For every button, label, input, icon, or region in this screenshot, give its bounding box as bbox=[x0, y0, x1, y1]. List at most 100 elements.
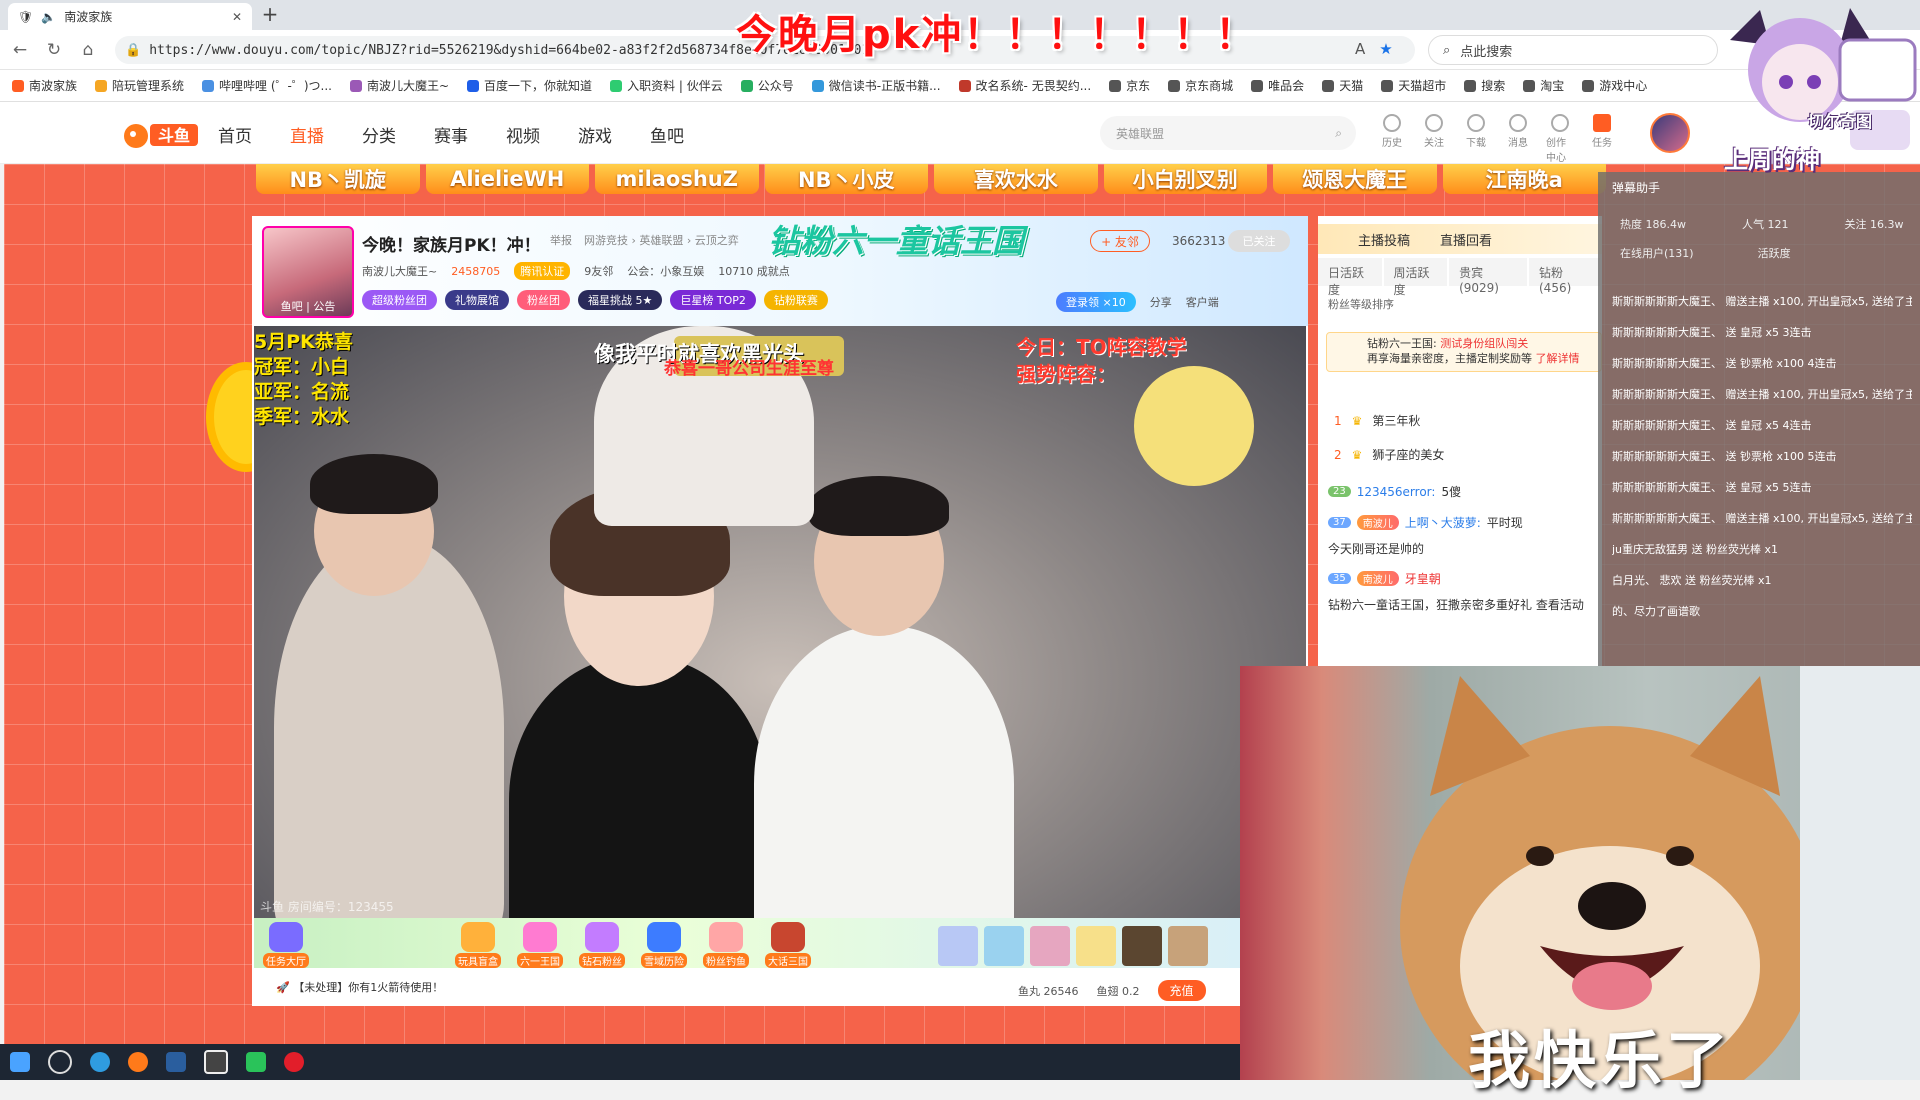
sticker-item[interactable] bbox=[938, 926, 978, 966]
tab-vip[interactable]: 贵宾(9029) bbox=[1449, 258, 1527, 295]
family-member-tag[interactable]: 江南晚a bbox=[1442, 164, 1606, 194]
rocket-notice[interactable]: 🚀 【未处理】你有1火箭待使用！ bbox=[276, 979, 443, 995]
bookmark-item[interactable]: 搜索 bbox=[1464, 77, 1505, 94]
site-search-icon[interactable]: ⌕ bbox=[1335, 126, 1342, 141]
charge-button[interactable]: 充值 bbox=[1157, 980, 1206, 1001]
netease-music-icon[interactable] bbox=[284, 1052, 304, 1072]
login-reward-button[interactable]: 登录领 ×10 bbox=[1056, 292, 1136, 312]
gift-item[interactable]: 大话三国 bbox=[764, 922, 812, 968]
bookmark-item[interactable]: 微信读书-正版书籍... bbox=[811, 77, 941, 94]
bookmark-item[interactable]: 入职资料 | 伙伴云 bbox=[610, 77, 723, 94]
room-breadcrumb[interactable]: 网游竞技 › 英雄联盟 › 云顶之弈 bbox=[584, 232, 739, 248]
fan-sort-label[interactable]: 粉丝等级排序 bbox=[1328, 296, 1394, 312]
family-member-tag[interactable]: 小白别叉别 bbox=[1103, 164, 1267, 194]
bookmark-item[interactable]: 陪玩管理系统 bbox=[95, 77, 184, 94]
nav-item-5[interactable]: 游戏 bbox=[578, 122, 612, 147]
header-icon-item[interactable]: 创作中心 bbox=[1546, 114, 1574, 164]
family-member-tag[interactable]: milaoshuZ bbox=[595, 164, 759, 194]
family-member-tag[interactable]: 颂恩大魔王 bbox=[1273, 164, 1437, 194]
header-icon-item[interactable]: 关注 bbox=[1420, 114, 1448, 164]
gift-item[interactable]: 任务大厅 bbox=[262, 922, 310, 968]
online-users[interactable]: 在线用户(131) bbox=[1620, 245, 1694, 261]
back-icon[interactable]: ← bbox=[10, 40, 30, 60]
banner-detail-link[interactable]: 了解详情 bbox=[1536, 352, 1580, 365]
browser-tab[interactable]: 🛡 🔈 南波家族 ✕ bbox=[8, 3, 252, 30]
douyu-app-icon[interactable] bbox=[128, 1052, 148, 1072]
guild-name[interactable]: 公会：小象互娱 bbox=[627, 263, 704, 279]
browser-search-box[interactable]: ⌕ 点此搜索 bbox=[1428, 35, 1718, 65]
bookmark-item[interactable]: 京东商城 bbox=[1168, 77, 1233, 94]
header-icon-item[interactable]: 下载 bbox=[1462, 114, 1490, 164]
nav-item-4[interactable]: 视频 bbox=[506, 122, 540, 147]
read-aloud-icon[interactable]: A bbox=[1355, 40, 1365, 58]
room-badge[interactable]: 礼物展馆 bbox=[445, 290, 509, 310]
family-member-tag[interactable]: NB丶小皮 bbox=[764, 164, 928, 194]
bookmark-item[interactable]: 京东 bbox=[1109, 77, 1150, 94]
windows-start-icon[interactable] bbox=[10, 1052, 30, 1072]
share-button[interactable]: 分享 bbox=[1150, 294, 1172, 310]
bookmark-item[interactable]: 公众号 bbox=[740, 77, 794, 94]
sticker-item[interactable] bbox=[1030, 926, 1070, 966]
bookmark-item[interactable]: 百度一下，你就知道 bbox=[467, 77, 592, 94]
room-badge[interactable]: 超级粉丝团 bbox=[362, 290, 437, 310]
nav-item-6[interactable]: 鱼吧 bbox=[650, 122, 684, 147]
app-icon[interactable] bbox=[166, 1052, 186, 1072]
sticker-item[interactable] bbox=[1168, 926, 1208, 966]
family-member-tag[interactable]: NB丶凯旋 bbox=[256, 164, 420, 194]
bookmark-item[interactable]: 唯品会 bbox=[1251, 77, 1304, 94]
tab-close-icon[interactable]: ✕ bbox=[232, 10, 242, 24]
bookmark-item[interactable]: 南波儿大魔王~ bbox=[349, 77, 449, 94]
user-avatar[interactable] bbox=[1650, 113, 1690, 153]
site-search-input[interactable]: 英雄联盟 ⌕ bbox=[1100, 116, 1356, 150]
new-tab-icon[interactable]: + bbox=[258, 4, 282, 26]
rank-row[interactable]: 2 ♛ 狮子座的美女 bbox=[1334, 446, 1444, 463]
obs-icon[interactable] bbox=[204, 1050, 228, 1074]
event-title[interactable]: 钻粉六一童话王国 bbox=[768, 216, 1024, 262]
bookmark-item[interactable]: 淘宝 bbox=[1523, 77, 1564, 94]
nav-item-2[interactable]: 分类 bbox=[362, 122, 396, 147]
gift-item[interactable]: 玩具盲盒 bbox=[454, 922, 502, 968]
header-icon-item[interactable]: 任务 bbox=[1588, 114, 1616, 164]
gift-item[interactable]: 雪域历险 bbox=[640, 922, 688, 968]
sticker-item[interactable] bbox=[1076, 926, 1116, 966]
bookmark-item[interactable]: 天猫 bbox=[1322, 77, 1363, 94]
gift-item[interactable]: 粉丝钓鱼 bbox=[702, 922, 750, 968]
room-badge[interactable]: 钻粉联赛 bbox=[763, 290, 828, 310]
friend-button[interactable]: + 友邻 bbox=[1090, 230, 1150, 252]
family-member-tag[interactable]: AlielieWH bbox=[425, 164, 589, 194]
family-count[interactable]: 9友邻 bbox=[584, 263, 613, 279]
followed-button[interactable]: 已关注 bbox=[1228, 230, 1290, 252]
nav-item-1[interactable]: 直播 bbox=[290, 122, 324, 147]
anchor-submit-link[interactable]: 主播投稿 bbox=[1358, 230, 1410, 249]
anchor-tab-fishbar[interactable]: 鱼吧 bbox=[281, 300, 303, 313]
chat-nick[interactable]: 上啊丶大菠萝: bbox=[1405, 514, 1481, 531]
bookmark-item[interactable]: 南波家族 bbox=[12, 77, 77, 94]
wechat-icon[interactable] bbox=[246, 1052, 266, 1072]
family-member-tag[interactable]: 喜欢水水 bbox=[934, 164, 1098, 194]
tab-weekly-activity[interactable]: 周活跃度 bbox=[1383, 258, 1448, 297]
sticker-item[interactable] bbox=[984, 926, 1024, 966]
gift-item[interactable]: 六一王国 bbox=[516, 922, 564, 968]
tab-daily-activity[interactable]: 日活跃度 bbox=[1318, 258, 1382, 297]
tab-mute-icon[interactable]: 🔈 bbox=[41, 10, 56, 24]
home-icon[interactable]: ⌂ bbox=[78, 40, 98, 60]
replay-link[interactable]: 直播回看 bbox=[1440, 230, 1492, 249]
refresh-icon[interactable]: ↻ bbox=[44, 40, 64, 60]
event-banner[interactable]: 钻粉六一王国: 测试身份组队闯关 再享海量亲密度，主播定制奖励等 了解详情 bbox=[1326, 332, 1602, 372]
rank-row[interactable]: 1 ♛ 第三年秋 bbox=[1334, 412, 1420, 429]
client-button[interactable]: 客户端 bbox=[1186, 294, 1219, 310]
video-player[interactable] bbox=[254, 326, 1306, 918]
bookmark-item[interactable]: 游戏中心 bbox=[1582, 77, 1647, 94]
chat-nick[interactable]: 牙皇朝 bbox=[1405, 570, 1441, 587]
header-icon-item[interactable]: 历史 bbox=[1378, 114, 1406, 164]
chat-nick[interactable]: 123456error: bbox=[1357, 485, 1436, 499]
taskbar-search-icon[interactable] bbox=[48, 1050, 72, 1074]
room-badge[interactable]: 粉丝团 bbox=[517, 290, 570, 310]
anchor-avatar[interactable]: 鱼吧 | 公告 bbox=[262, 226, 354, 318]
bookmark-item[interactable]: 改名系统- 无畏契约... bbox=[958, 77, 1091, 94]
room-badge[interactable]: 巨星榜 TOP2 bbox=[670, 290, 756, 310]
nav-item-0[interactable]: 首页 bbox=[218, 122, 252, 147]
anchor-name[interactable]: 南波儿大魔王~ bbox=[362, 263, 437, 279]
tab-diamond-fans[interactable]: 钻粉(456) bbox=[1529, 258, 1601, 295]
sticker-item[interactable] bbox=[1122, 926, 1162, 966]
